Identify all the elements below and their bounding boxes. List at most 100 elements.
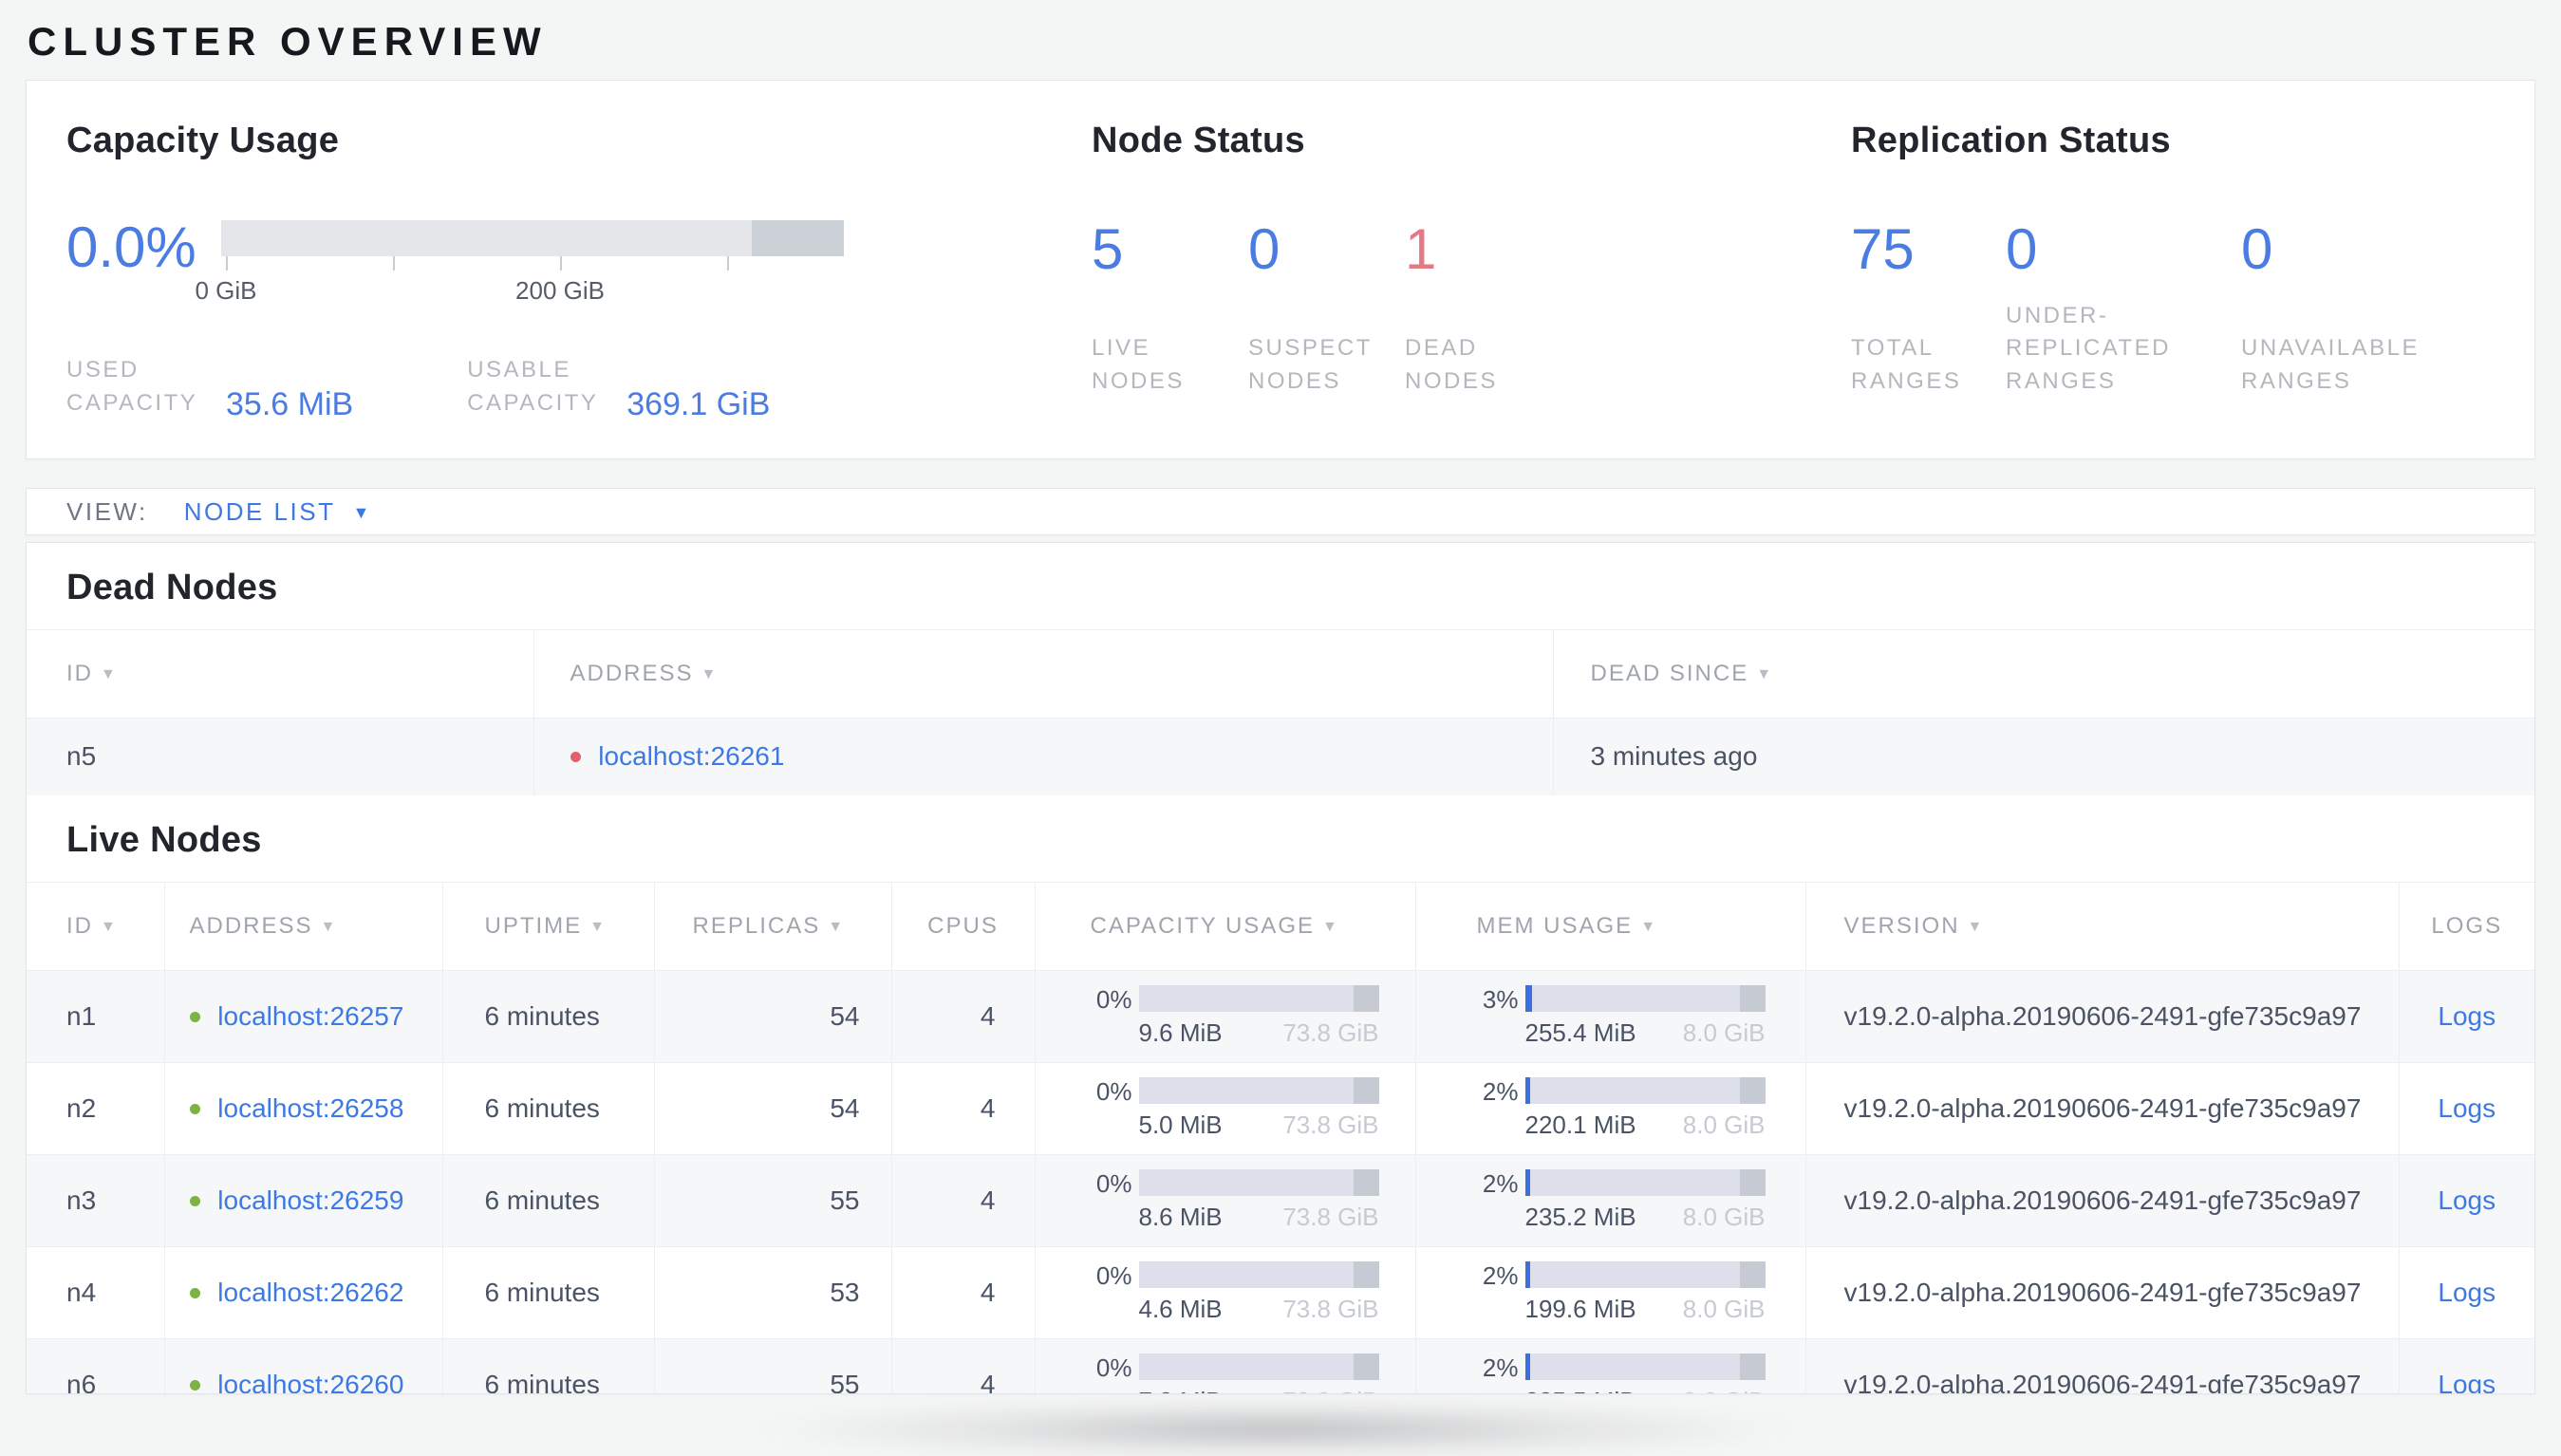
capacity-total-value: 73.8 GiB bbox=[1282, 1110, 1379, 1139]
capacity-bar-reserved-segment bbox=[1353, 1076, 1379, 1104]
node-logs-link[interactable]: Logs bbox=[2438, 1278, 2496, 1307]
chevron-down-icon: ▼ bbox=[352, 502, 372, 522]
used-capacity-stat: USED CAPACITY 35.6 MiB bbox=[66, 354, 354, 422]
mem-usage-bar bbox=[1524, 1260, 1766, 1288]
node-replicas: 55 bbox=[653, 1337, 891, 1393]
node-logs-link[interactable]: Logs bbox=[2438, 1001, 2496, 1031]
live-col-id[interactable]: ID ▼ bbox=[27, 881, 164, 970]
mem-used-value: 199.6 MiB bbox=[1524, 1294, 1636, 1323]
under-replicated-ranges-stat: 0 UNDER-REPLICATED RANGES bbox=[2006, 216, 2241, 399]
capacity-used-value: 8.6 MiB bbox=[1138, 1202, 1223, 1231]
capacity-percent-value: 0% bbox=[1095, 1168, 1132, 1198]
mem-total-value: 8.0 GiB bbox=[1682, 1294, 1766, 1323]
total-ranges-stat: 75 TOTAL RANGES bbox=[1851, 216, 2006, 399]
dead-nodes-stat: 1 DEAD NODES bbox=[1405, 216, 1595, 399]
suspect-nodes-label: SUSPECT NODES bbox=[1248, 335, 1373, 395]
under-replicated-ranges-count: 0 bbox=[2006, 217, 2038, 281]
usable-capacity-label: USABLE CAPACITY bbox=[467, 357, 599, 416]
dead-node-address-link[interactable]: localhost:26261 bbox=[598, 741, 784, 771]
dead-status-dot-icon bbox=[570, 752, 581, 763]
node-replicas: 53 bbox=[653, 1245, 891, 1338]
capacity-usage-section: Capacity Usage 0.0% 0 GiB 200 GiB USED C… bbox=[66, 121, 1092, 458]
mem-bar-reserved-segment bbox=[1739, 1260, 1766, 1288]
dead-col-address[interactable]: ADDRESS ▼ bbox=[533, 629, 1553, 719]
node-logs-link[interactable]: Logs bbox=[2438, 1370, 2496, 1393]
mem-total-value: 8.0 GiB bbox=[1683, 1387, 1766, 1393]
live-nodes-rows: n1 localhost:26257 6 minutes 54 4 0% 9.6… bbox=[27, 969, 2534, 1393]
total-ranges-count: 75 bbox=[1851, 217, 1915, 281]
capacity-bar: 0 GiB 200 GiB bbox=[195, 216, 844, 307]
live-nodes-count: 5 bbox=[1092, 217, 1124, 281]
live-col-uptime[interactable]: UPTIME ▼ bbox=[441, 881, 654, 970]
node-mem-usage: 2% 199.6 MiB 8.0 GiB bbox=[1477, 1260, 1805, 1324]
live-nodes-stat: 5 LIVE NODES bbox=[1092, 216, 1248, 399]
capacity-bar-reserved-segment bbox=[1353, 984, 1379, 1012]
view-selector-dropdown[interactable]: NODE LIST ▼ bbox=[184, 497, 372, 527]
mem-used-value: 235.2 MiB bbox=[1524, 1202, 1636, 1231]
view-selected-value: NODE LIST bbox=[183, 496, 336, 526]
node-capacity-usage: 0% 5.0 MiB 73.8 GiB bbox=[1091, 1076, 1415, 1140]
node-uptime: 6 minutes bbox=[441, 1061, 654, 1154]
live-nodes-label: LIVE NODES bbox=[1092, 335, 1185, 395]
capacity-bar-reserved-segment bbox=[1353, 1353, 1379, 1380]
sort-caret-icon: ▼ bbox=[101, 666, 118, 682]
used-capacity-label: USED CAPACITY bbox=[66, 357, 198, 416]
unavailable-ranges-label: UNAVAILABLE RANGES bbox=[2241, 335, 2421, 395]
node-cpus: 4 bbox=[890, 1153, 1035, 1246]
node-version: v19.2.0-alpha.20190606-2491-gfe735c9a97 bbox=[1804, 1245, 2399, 1338]
node-address-link[interactable]: localhost:26262 bbox=[217, 1278, 403, 1307]
live-col-capacity-usage[interactable]: CAPACITY USAGE ▼ bbox=[1034, 881, 1415, 970]
node-logs-link[interactable]: Logs bbox=[2438, 1185, 2496, 1215]
capacity-used-value: 9.6 MiB bbox=[1138, 1017, 1223, 1047]
live-status-dot-icon bbox=[189, 1103, 200, 1114]
mem-bar-reserved-segment bbox=[1739, 1076, 1766, 1104]
mem-bar-reserved-segment bbox=[1739, 984, 1766, 1012]
node-cpus: 4 bbox=[890, 1061, 1035, 1154]
page-title: CLUSTER OVERVIEW bbox=[28, 19, 548, 64]
mem-percent-value: 2% bbox=[1482, 1076, 1519, 1106]
node-address-link[interactable]: localhost:26257 bbox=[217, 1001, 403, 1031]
used-capacity-value: 35.6 MiB bbox=[226, 385, 354, 422]
mem-bar-reserved-segment bbox=[1739, 1168, 1766, 1196]
node-id: n1 bbox=[27, 969, 164, 1062]
node-id: n3 bbox=[27, 1153, 164, 1246]
mem-total-value: 8.0 GiB bbox=[1682, 1110, 1766, 1139]
node-version: v19.2.0-alpha.20190606-2491-gfe735c9a97 bbox=[1804, 1061, 2399, 1154]
node-address-link[interactable]: localhost:26260 bbox=[217, 1370, 403, 1393]
replication-status-title: Replication Status bbox=[1851, 121, 2171, 160]
node-version: v19.2.0-alpha.20190606-2491-gfe735c9a97 bbox=[1804, 1337, 2399, 1393]
dead-col-dead-since[interactable]: DEAD SINCE ▼ bbox=[1552, 629, 2534, 719]
live-col-cpus: CPUS bbox=[890, 881, 1035, 970]
node-mem-usage: 2% 225.5 MiB 8.0 GiB bbox=[1477, 1353, 1805, 1393]
bottom-scroll-shadow bbox=[750, 1403, 1804, 1456]
capacity-total-value: 73.8 GiB bbox=[1282, 1017, 1379, 1047]
live-col-version[interactable]: VERSION ▼ bbox=[1804, 881, 2399, 970]
node-address-link[interactable]: localhost:26258 bbox=[217, 1093, 403, 1123]
replication-status-section: Replication Status 75 TOTAL RANGES 0 UND… bbox=[1851, 121, 2496, 458]
live-col-address[interactable]: ADDRESS ▼ bbox=[163, 881, 442, 970]
node-mem-usage: 3% 255.4 MiB 8.0 GiB bbox=[1477, 984, 1805, 1048]
dead-nodes-heading: Dead Nodes bbox=[66, 568, 278, 607]
capacity-usage-bar bbox=[1138, 1260, 1379, 1288]
mem-percent-value: 2% bbox=[1482, 1353, 1519, 1382]
capacity-bar-reserved-segment bbox=[752, 220, 844, 256]
dead-col-id[interactable]: ID ▼ bbox=[27, 629, 533, 719]
table-row: n5 localhost:26261 3 minutes ago bbox=[27, 718, 2534, 795]
live-status-dot-icon bbox=[189, 1195, 200, 1206]
node-status-title: Node Status bbox=[1092, 121, 1305, 160]
table-row: n6 localhost:26260 6 minutes 55 4 0% 2% … bbox=[27, 1337, 2534, 1393]
node-mem-usage: 2% 235.2 MiB 8.0 GiB bbox=[1477, 1168, 1805, 1232]
mem-total-value: 8.0 GiB bbox=[1682, 1202, 1766, 1231]
capacity-percent-value: 0% bbox=[1095, 984, 1132, 1014]
table-row: n4 localhost:26262 6 minutes 53 4 0% 4.6… bbox=[27, 1245, 2534, 1338]
sort-caret-icon: ▼ bbox=[1322, 918, 1339, 935]
mem-percent-value: 3% bbox=[1482, 984, 1519, 1014]
node-address-link[interactable]: localhost:26259 bbox=[217, 1185, 403, 1215]
mem-percent-value: 2% bbox=[1482, 1168, 1519, 1198]
sort-caret-icon: ▼ bbox=[828, 918, 846, 935]
live-col-replicas[interactable]: REPLICAS ▼ bbox=[653, 881, 891, 970]
node-logs-link[interactable]: Logs bbox=[2438, 1093, 2496, 1123]
sort-caret-icon: ▼ bbox=[1967, 918, 1985, 935]
capacity-axis-label-0: 0 GiB bbox=[195, 276, 257, 305]
live-col-mem-usage[interactable]: MEM USAGE ▼ bbox=[1414, 881, 1805, 970]
